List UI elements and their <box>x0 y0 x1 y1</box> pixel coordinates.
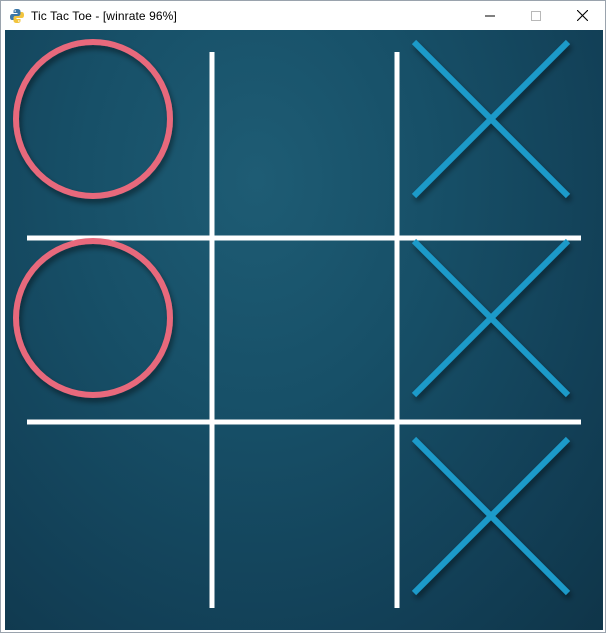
minimize-icon <box>485 15 495 16</box>
game-window: Tic Tac Toe - [winrate 96%] <box>0 0 606 633</box>
board-canvas[interactable] <box>5 30 603 630</box>
board-cell-r1-c3 <box>397 30 603 238</box>
board-cell-r3-c2[interactable] <box>212 422 397 630</box>
minimize-button[interactable] <box>467 1 513 30</box>
maximize-icon <box>531 10 541 21</box>
python-icon <box>10 8 24 23</box>
board-cell-r2-c3 <box>397 238 603 422</box>
game-board[interactable] <box>5 30 603 630</box>
close-button[interactable] <box>559 1 605 30</box>
board-cell-r3-c1[interactable] <box>5 422 212 630</box>
window-title: Tic Tac Toe - [winrate 96%] <box>31 8 177 23</box>
board-cell-r1-c1 <box>5 30 212 238</box>
title-bar[interactable]: Tic Tac Toe - [winrate 96%] <box>1 1 605 30</box>
board-cell-r2-c2[interactable] <box>212 238 397 422</box>
cells-layer[interactable] <box>5 30 603 630</box>
board-cell-r1-c2[interactable] <box>212 30 397 238</box>
board-cell-r3-c3 <box>397 422 603 630</box>
close-icon <box>576 10 588 21</box>
maximize-button[interactable] <box>513 1 559 30</box>
board-cell-r2-c1 <box>5 238 212 422</box>
